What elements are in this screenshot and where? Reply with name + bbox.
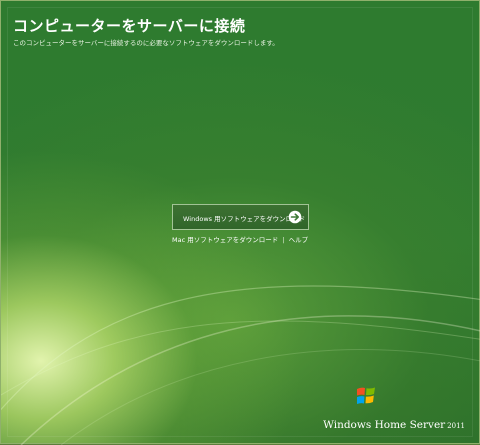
brand-logo: Windows Home Server 2011 (323, 387, 465, 431)
download-windows-label: Windows 用ソフトウェアをダウンロード (183, 215, 306, 223)
download-mac-link[interactable]: Mac 用ソフトウェアをダウンロード (172, 236, 278, 244)
setup-window: コンピューターをサーバーに接続 このコンピューターをサーバーに接続するのに必要な… (0, 0, 480, 445)
download-windows-button[interactable]: Windows 用ソフトウェアをダウンロード (172, 204, 309, 230)
product-name: Windows Home Server 2011 (323, 419, 465, 431)
page-title: コンピューターをサーバーに接続 (13, 17, 246, 35)
arrow-right-circle-icon (288, 210, 302, 224)
product-name-text: Windows Home Server (323, 419, 446, 431)
product-year: 2011 (447, 422, 465, 430)
secondary-links: Mac 用ソフトウェアをダウンロード | ヘルプ (172, 234, 308, 244)
help-link[interactable]: ヘルプ (289, 236, 309, 244)
link-separator: | (282, 236, 285, 244)
windows-flag-icon (357, 387, 375, 404)
page-subtitle: このコンピューターをサーバーに接続するのに必要なソフトウェアをダウンロードします… (13, 39, 279, 47)
